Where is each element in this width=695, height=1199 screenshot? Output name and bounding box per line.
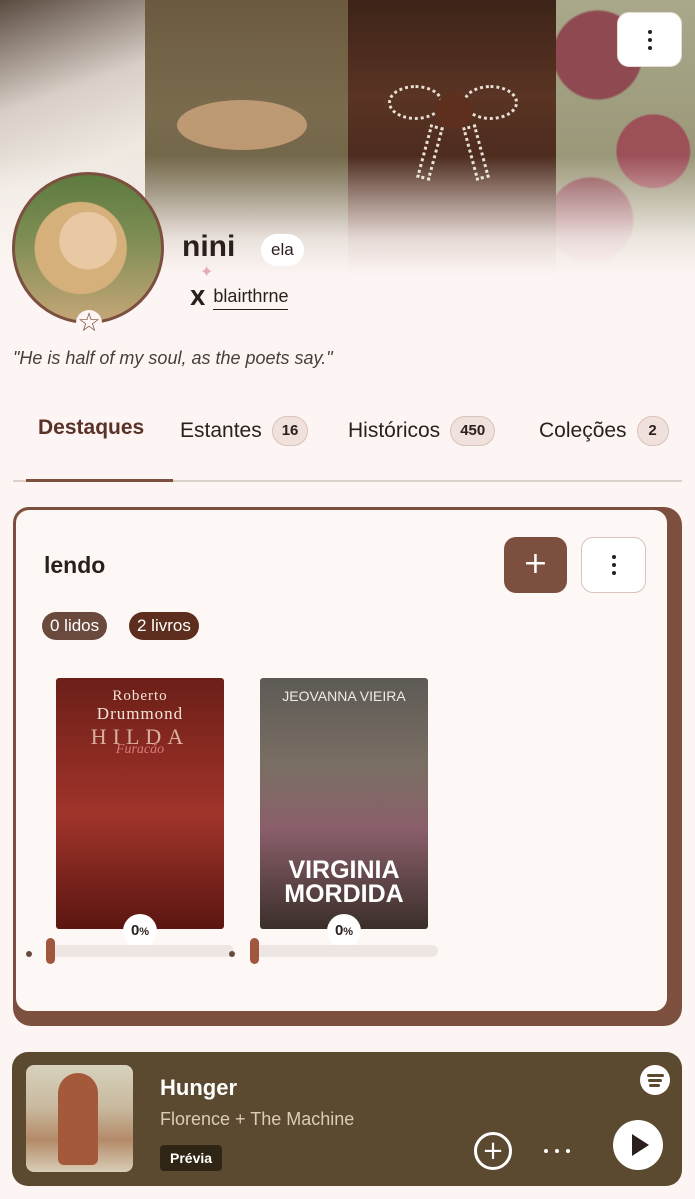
star-icon: ☆ (76, 308, 102, 338)
add-book-button[interactable]: + (504, 537, 567, 593)
plus-circle-icon[interactable]: + (474, 1132, 512, 1170)
track-title[interactable]: Hunger (160, 1075, 237, 1101)
more-vertical-icon (611, 555, 616, 575)
shelf-menu-button[interactable] (581, 537, 646, 593)
x-handle-text[interactable]: blairthrne (213, 286, 289, 310)
shelf-card: lendo + 0 lidos 2 livros Roberto Drummon… (13, 507, 670, 1014)
progress-track[interactable] (46, 945, 234, 957)
tab-label: Destaques (38, 416, 145, 439)
read-count-badge[interactable]: 0 lidos (42, 612, 108, 640)
profile-bio: "He is half of my soul, as the poets say… (13, 348, 333, 368)
more-horizontal-icon[interactable] (544, 1149, 570, 1153)
play-button[interactable] (613, 1120, 663, 1170)
progress-handle[interactable] (250, 938, 259, 964)
spotify-icon[interactable] (640, 1065, 670, 1095)
tab-destaques[interactable]: Destaques (38, 416, 144, 440)
pronoun-badge: ela (261, 234, 304, 266)
tab-historicos[interactable]: Históricos 450 (348, 416, 496, 446)
active-tab-indicator (26, 479, 173, 482)
progress-percent: 0% (327, 914, 361, 948)
profile-tabs: Destaques Estantes 16 Históricos 450 Col… (13, 400, 682, 482)
avatar[interactable] (12, 172, 164, 324)
preview-badge: Prévia (160, 1145, 223, 1171)
progress-handle[interactable] (46, 938, 55, 964)
shelf-title: lendo (44, 552, 106, 578)
album-art[interactable] (26, 1065, 133, 1172)
book-author: Roberto (112, 688, 168, 704)
progress-track[interactable] (250, 945, 438, 957)
book-cover[interactable]: Roberto Drummond HILDA Furacão (56, 678, 224, 929)
tab-count: 450 (450, 416, 496, 446)
username: nini (182, 230, 236, 263)
book-title-2: MORDIDA (284, 880, 404, 908)
progress-dot (26, 951, 32, 957)
tab-label: Coleções (539, 419, 627, 442)
progress-percent: 0% (123, 914, 157, 948)
plus-icon: + (522, 546, 549, 581)
tab-label: Históricos (348, 419, 441, 442)
sparkle-icon: ✦ (200, 262, 214, 281)
book-count-badge[interactable]: 2 livros (129, 612, 199, 640)
fawn-illustration (177, 100, 307, 150)
progress-dot (229, 951, 235, 957)
more-vertical-icon (647, 29, 652, 50)
tab-count: 2 (636, 416, 669, 446)
lace-bow-illustration (388, 85, 518, 181)
tab-count: 16 (271, 416, 309, 446)
book-cover[interactable]: JEOVANNA VIEIRA VIRGINIA MORDIDA (260, 678, 428, 929)
track-artist[interactable]: Florence + The Machine (160, 1109, 354, 1130)
tab-estantes[interactable]: Estantes 16 (180, 416, 309, 446)
x-logo-icon: X (190, 286, 206, 310)
profile-menu-button[interactable] (617, 12, 682, 67)
tab-colecoes[interactable]: Coleções 2 (539, 416, 669, 446)
tab-label: Estantes (180, 419, 262, 442)
spotify-player: Hunger Florence + The Machine Prévia + (12, 1052, 682, 1186)
book-subtitle: Furacão (115, 742, 165, 757)
x-profile-link[interactable]: X blairthrne (190, 286, 289, 310)
book-author: JEOVANNA VIEIRA (282, 688, 406, 704)
book-author-last: Drummond (96, 704, 184, 723)
